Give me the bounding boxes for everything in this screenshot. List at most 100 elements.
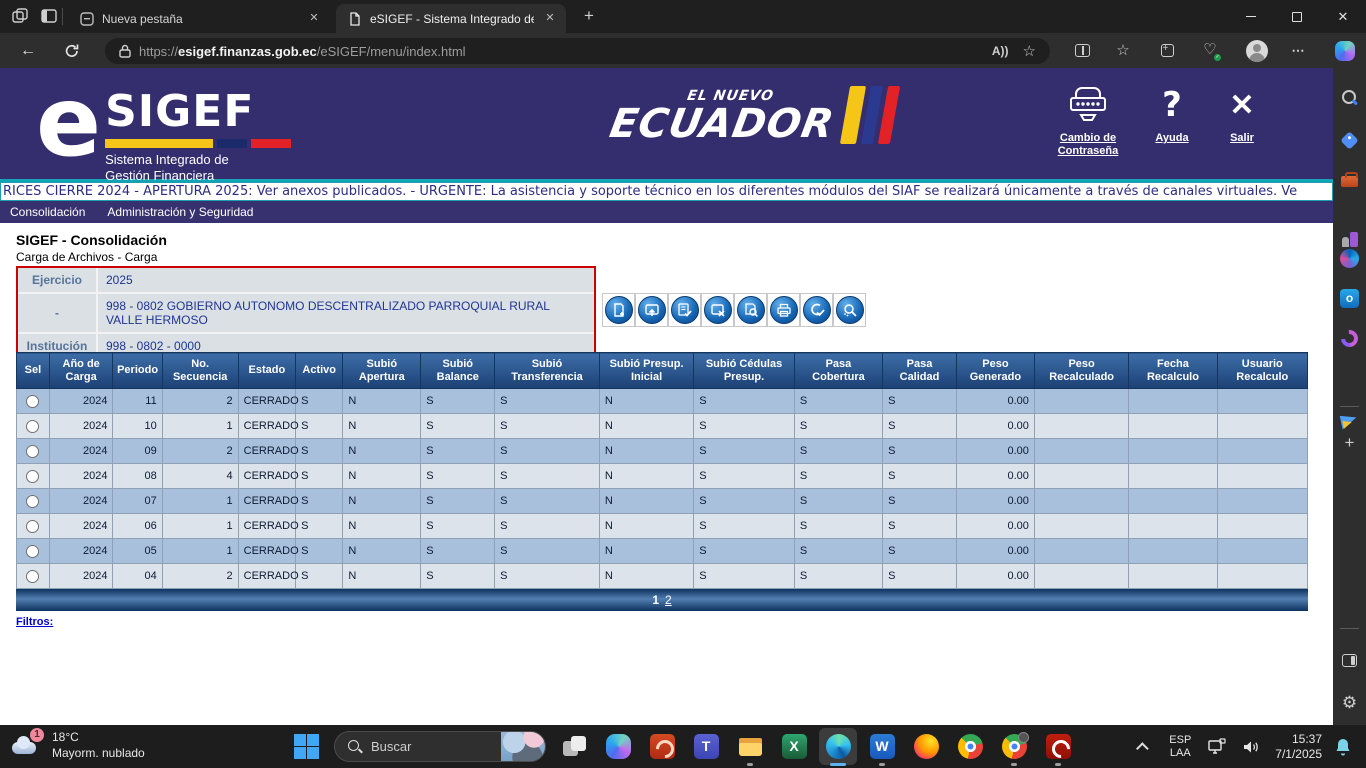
pdf-xchange-button[interactable] <box>640 726 684 767</box>
clock[interactable]: 15:37 7/1/2025 <box>1275 732 1322 762</box>
tray-overflow-chevron-icon[interactable] <box>1136 742 1149 755</box>
refresh-button[interactable] <box>62 41 82 61</box>
url-text: https://esigef.finanzas.gob.ec/eSIGEF/me… <box>139 44 992 59</box>
start-button[interactable] <box>294 734 320 760</box>
verify-file-icon <box>671 296 699 324</box>
network-icon[interactable] <box>1207 738 1227 756</box>
read-aloud-icon[interactable]: A)) <box>992 44 1009 58</box>
tab-nueva-pestana[interactable]: Nueva pestaña ✕ <box>68 4 330 33</box>
copilot-button[interactable] <box>1334 40 1356 62</box>
workspaces-icon[interactable] <box>12 7 30 25</box>
sidebar-tools-icon[interactable] <box>1339 170 1360 191</box>
sidebar-games-icon[interactable] <box>1339 229 1360 250</box>
row-select-radio[interactable] <box>26 545 39 558</box>
collections-button[interactable] <box>1156 40 1178 62</box>
cell-subio_transferencia: S <box>495 489 600 514</box>
cell-subio_cedulas_presup: S <box>694 514 795 539</box>
file-explorer-button[interactable] <box>728 726 772 767</box>
row-select-radio[interactable] <box>26 420 39 433</box>
notification-bell-icon[interactable] <box>1334 737 1352 757</box>
help-link[interactable]: ? Ayuda <box>1142 82 1202 145</box>
change-password-link[interactable]: Cambio deContraseña <box>1042 82 1134 158</box>
sidebar-image-creator-icon[interactable] <box>1339 328 1360 349</box>
weather-widget[interactable]: 1 18°C Mayorm. nublado <box>10 729 145 761</box>
cell-pasa_calidad: S <box>883 464 957 489</box>
cell-subio_apertura: N <box>343 414 421 439</box>
tab-esigef[interactable]: eSIGEF - Sistema Integrado de G ✕ <box>336 4 566 33</box>
sidebar-settings-icon[interactable]: ⚙ <box>1339 692 1360 713</box>
close-icon: ✕ <box>1338 9 1349 25</box>
edge-button[interactable] <box>816 726 860 767</box>
cell-subio_apertura: N <box>343 564 421 589</box>
taskbar-search[interactable]: Buscar <box>334 731 546 762</box>
cell-subio_presup_inicial: N <box>599 514 693 539</box>
firefox-button[interactable] <box>904 726 948 767</box>
sidebar-m365-icon[interactable] <box>1339 248 1360 269</box>
chrome-button[interactable] <box>948 726 992 767</box>
window-minimize-button[interactable] <box>1228 0 1274 33</box>
cell-estado: CERRADO <box>238 414 295 439</box>
esigef-logo: e SIGEF Sistema Integrado deGestión Fina… <box>36 72 291 184</box>
cell-subio_cedulas_presup: S <box>694 464 795 489</box>
new-tab-button[interactable]: + <box>578 6 600 28</box>
excel-button[interactable]: X <box>772 726 816 767</box>
exit-link[interactable]: ✕ Salir <box>1212 82 1272 145</box>
tab-close-icon[interactable]: ✕ <box>542 11 558 27</box>
back-button[interactable]: ← <box>18 41 38 61</box>
row-select-radio[interactable] <box>26 520 39 533</box>
filters-link[interactable]: Filtros: <box>16 616 53 628</box>
lock-icon[interactable] <box>119 44 131 58</box>
row-select-radio[interactable] <box>26 495 39 508</box>
language-indicator[interactable]: ESP LAA <box>1169 734 1191 760</box>
select-cell <box>17 489 50 514</box>
row-select-radio[interactable] <box>26 470 39 483</box>
sidebar-panel-toggle-icon[interactable] <box>1339 650 1360 671</box>
row-select-radio[interactable] <box>26 395 39 408</box>
more-menu-button[interactable]: ⋯ <box>1288 40 1310 62</box>
favorite-star-icon[interactable]: ☆ <box>1023 42 1036 60</box>
split-screen-button[interactable] <box>1071 40 1093 62</box>
preview-file-button[interactable] <box>734 293 767 327</box>
cell-subio_cedulas_presup: S <box>694 414 795 439</box>
copilot-app-button[interactable] <box>596 726 640 767</box>
sidebar-shopping-icon[interactable] <box>1339 130 1360 151</box>
cell-fecha_recalculo <box>1129 414 1217 439</box>
print-button[interactable] <box>767 293 800 327</box>
delete-file-button[interactable] <box>701 293 734 327</box>
acrobat-button[interactable] <box>1036 726 1080 767</box>
cell-pasa_cobertura: S <box>794 564 882 589</box>
window-maximize-button[interactable] <box>1274 0 1320 33</box>
verify-file-button[interactable] <box>668 293 701 327</box>
teams-button[interactable]: T <box>684 726 728 767</box>
row-select-radio[interactable] <box>26 445 39 458</box>
sidebar-add-button[interactable]: + <box>1339 432 1360 453</box>
row-select-radio[interactable] <box>26 570 39 583</box>
word-button[interactable]: W <box>860 726 904 767</box>
logo-subtitle: Sistema Integrado deGestión Financiera <box>105 152 291 184</box>
address-bar[interactable]: https://esigef.finanzas.gob.ec/eSIGEF/me… <box>105 38 1050 64</box>
query-load-button[interactable] <box>833 293 866 327</box>
sidebar-outlook-icon[interactable]: o <box>1340 289 1359 308</box>
cell-estado: CERRADO <box>238 439 295 464</box>
chrome-profile-button[interactable] <box>992 726 1036 767</box>
page-2-link[interactable]: 2 <box>665 593 672 607</box>
window-close-button[interactable]: ✕ <box>1320 0 1366 33</box>
browser-essentials-button[interactable]: ♡✓ <box>1199 40 1221 62</box>
volume-icon[interactable] <box>1241 738 1261 756</box>
sidebar-drop-icon[interactable] <box>1339 410 1360 431</box>
menu-item-administracion[interactable]: Administración y Seguridad <box>107 205 253 219</box>
nuevo-ecuador-logo: EL NUEVO ECUADOR <box>607 86 906 144</box>
sidebar-search-icon[interactable] <box>1339 88 1360 109</box>
favorites-button[interactable]: ☆ <box>1112 40 1134 62</box>
menu-item-consolidacion[interactable]: Consolidación <box>10 205 85 219</box>
tab-close-icon[interactable]: ✕ <box>306 11 322 27</box>
profile-button[interactable] <box>1246 40 1268 62</box>
search-highlight-image[interactable] <box>501 731 545 762</box>
confirm-load-button[interactable] <box>800 293 833 327</box>
column-header: Sel <box>17 353 50 389</box>
upload-file-button[interactable] <box>635 293 668 327</box>
new-record-button[interactable] <box>602 293 635 327</box>
tab-actions-icon[interactable] <box>40 7 58 25</box>
cell-pasa_cobertura: S <box>794 539 882 564</box>
task-view-button[interactable] <box>552 726 596 767</box>
